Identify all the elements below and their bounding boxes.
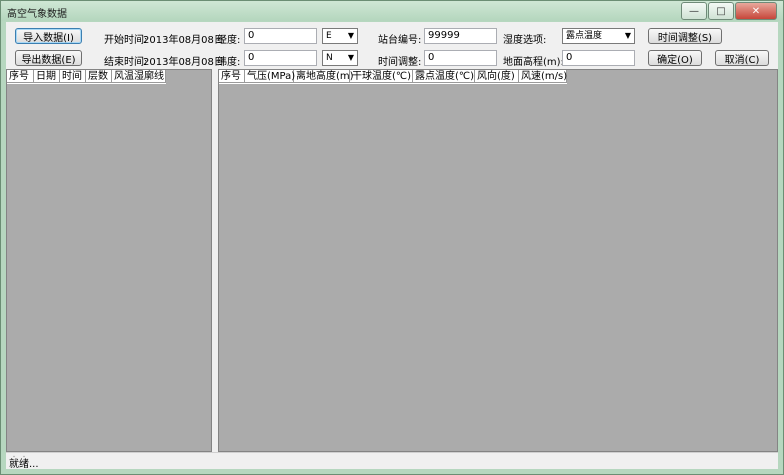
maximize-icon[interactable]: □ (708, 2, 734, 20)
chevron-down-icon: ▼ (347, 53, 354, 62)
station-label: 站台编号: (378, 35, 422, 46)
title-bar[interactable]: 高空气象数据 — □ ✕ (1, 1, 783, 21)
column-header[interactable]: 气压(MPa) (245, 70, 295, 83)
time-adjust-input[interactable]: 0 (424, 50, 497, 66)
longitude-direction-select[interactable]: E ▼ (322, 28, 358, 44)
column-header[interactable]: 序号 (219, 70, 245, 83)
profile-list-header: 序号 日期 时间 层数 风温湿廓线 (7, 70, 166, 84)
end-time-value: 2013年08月08日 (143, 57, 224, 68)
ground-elevation-input[interactable]: 0 (562, 50, 635, 66)
column-header[interactable]: 序号 (7, 70, 34, 83)
column-header[interactable]: 露点温度(℃) (413, 70, 475, 83)
profile-detail-grid[interactable]: 序号 气压(MPa) 离地高度(m) 干球温度(℃) 露点温度(℃) 风向(度)… (218, 69, 778, 452)
longitude-input[interactable]: 0 (244, 28, 317, 44)
column-header[interactable]: 日期 (34, 70, 60, 83)
chevron-down-icon: ▼ (624, 31, 631, 40)
import-button[interactable]: 导入数据(I) (15, 28, 82, 44)
column-header[interactable]: 风温湿廓线 (112, 70, 166, 83)
column-header[interactable]: 干球温度(℃) (350, 70, 413, 83)
column-header[interactable]: 风向(度) (475, 70, 519, 83)
resize-grip-icon[interactable]: ⋮⋮ (9, 455, 777, 468)
ok-button[interactable]: 确定(O) (648, 50, 702, 66)
column-header[interactable]: 风速(m/s) (519, 70, 567, 83)
latitude-label: 纬度: (217, 57, 241, 68)
profile-list-grid[interactable]: 序号 日期 时间 层数 风温湿廓线 (6, 69, 212, 452)
client-area: 导入数据(I) 导出数据(E) 开始时间: 2013年08月08日 结束时间: … (6, 22, 778, 470)
latitude-direction-value: N (326, 53, 333, 63)
ground-elevation-label: 地面高程(m): (503, 57, 564, 68)
station-input[interactable]: 99999 (424, 28, 497, 44)
humidity-option-value: 露点温度 (566, 31, 603, 41)
time-adjust-label: 时间调整: (378, 57, 422, 68)
longitude-direction-value: E (326, 31, 332, 41)
humidity-option-label: 湿度选项: (503, 35, 547, 46)
toolbar: 导入数据(I) 导出数据(E) 开始时间: 2013年08月08日 结束时间: … (6, 22, 778, 71)
end-time-label: 结束时间: (104, 57, 148, 68)
latitude-input[interactable]: 0 (244, 50, 317, 66)
longitude-label: 经度: (217, 35, 241, 46)
cancel-button[interactable]: 取消(C) (715, 50, 769, 66)
main-window: 高空气象数据 — □ ✕ 导入数据(I) 导出数据(E) 开始时间: 2013年… (0, 0, 784, 475)
chevron-down-icon: ▼ (347, 31, 354, 40)
export-button[interactable]: 导出数据(E) (15, 50, 82, 66)
window-title: 高空气象数据 (7, 9, 67, 20)
close-icon[interactable]: ✕ (735, 2, 777, 20)
start-time-value: 2013年08月08日 (143, 35, 224, 46)
start-time-label: 开始时间: (104, 35, 148, 46)
column-header[interactable]: 时间 (60, 70, 86, 83)
profile-detail-header: 序号 气压(MPa) 离地高度(m) 干球温度(℃) 露点温度(℃) 风向(度)… (219, 70, 567, 84)
column-header[interactable]: 离地高度(m) (294, 70, 354, 83)
column-header[interactable]: 层数 (86, 70, 112, 83)
status-bar: 就绪... ⋮⋮ (6, 452, 778, 470)
humidity-option-select[interactable]: 露点温度 ▼ (562, 28, 635, 44)
latitude-direction-select[interactable]: N ▼ (322, 50, 358, 66)
minimize-icon[interactable]: — (681, 2, 707, 20)
time-adjust-button[interactable]: 时间调整(S) (648, 28, 722, 44)
window-controls: — □ ✕ (680, 2, 777, 20)
